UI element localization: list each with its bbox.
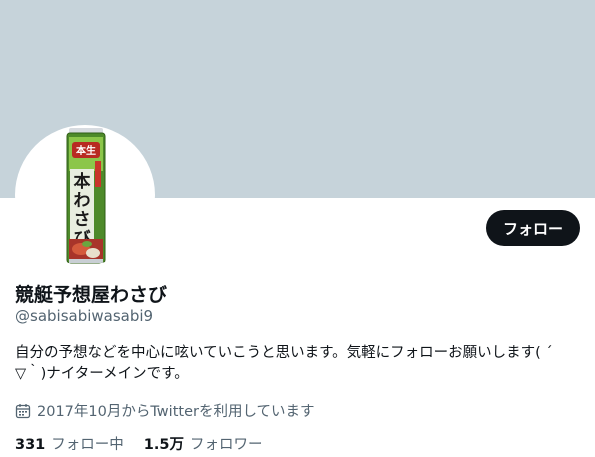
- svg-text:さ: さ: [74, 210, 91, 230]
- display-name: 競艇予想屋わさび: [15, 284, 168, 306]
- follow-stats: 331 フォロー中 1.5万 フォロワー: [15, 433, 282, 454]
- profile-bio: 自分の予想などを中心に呟いていこうと思います。気軽にフォローお願いします( ´ …: [15, 343, 585, 385]
- following-link[interactable]: 331 フォロー中: [15, 433, 124, 454]
- wasabi-tube-image: 本生 本 わ さ び: [66, 128, 106, 264]
- user-handle: @sabisabiwasabi9: [15, 307, 154, 325]
- followers-count: 1.5万: [143, 437, 184, 453]
- followers-label: フォロワー: [189, 437, 263, 453]
- profile-avatar[interactable]: 本生 本 わ さ び: [15, 125, 155, 265]
- avatar-top-label: 本生: [76, 144, 96, 157]
- following-label: フォロー中: [51, 437, 124, 453]
- bio-line: 自分の予想などを中心に呟いていこうと思います。気軽にフォローお願いします( ´: [15, 345, 553, 361]
- followers-link[interactable]: 1.5万 フォロワー: [144, 433, 263, 454]
- calendar-icon: [15, 403, 31, 419]
- svg-text:本: 本: [74, 171, 91, 192]
- following-count: 331: [15, 437, 46, 453]
- joined-date: 2017年10月からTwitterを利用しています: [15, 400, 315, 421]
- follow-button[interactable]: フォロー: [486, 210, 580, 246]
- bio-line: ▽｀)ナイターメインです。: [15, 366, 189, 382]
- joined-text: 2017年10月からTwitterを利用しています: [37, 404, 315, 420]
- svg-text:わ: わ: [74, 191, 91, 211]
